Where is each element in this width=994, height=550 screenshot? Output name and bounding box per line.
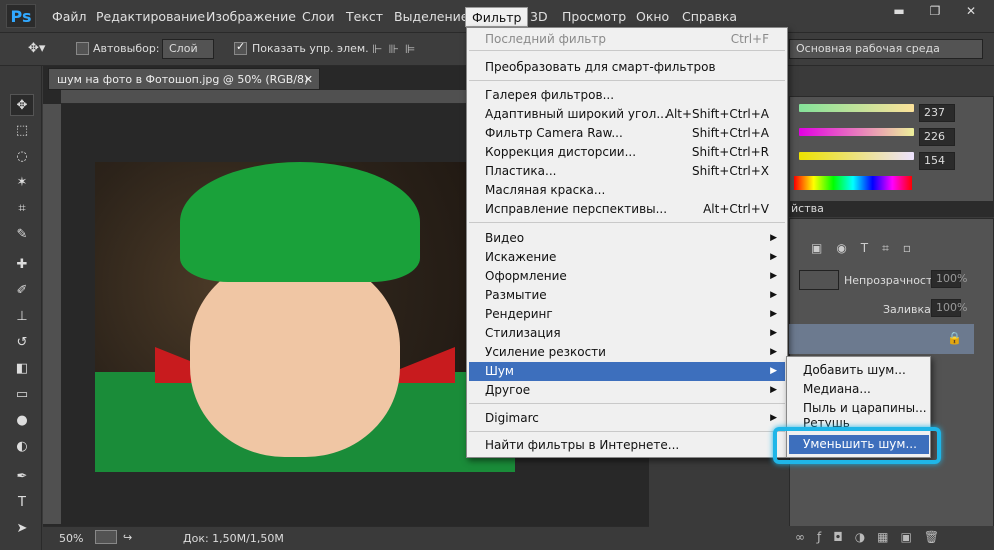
green-slider[interactable] <box>799 128 914 136</box>
blend-mode-dropdown[interactable] <box>799 270 839 290</box>
pen-tool-icon[interactable]: ✒ <box>10 466 34 488</box>
healing-brush-icon[interactable]: ✚ <box>10 254 34 276</box>
menu-text[interactable]: Текст <box>340 7 389 27</box>
autoselect-dropdown[interactable]: Слой <box>162 39 214 59</box>
photoshop-logo: Ps <box>6 4 36 28</box>
browse-filters-online-item[interactable]: Найти фильтры в Интернете... <box>469 436 785 455</box>
red-slider[interactable] <box>799 104 914 112</box>
layers-footer-icons[interactable]: ∞ƒ◘◑▦▣🗑 <box>789 526 994 548</box>
stylize-item[interactable]: Стилизация ▶ <box>469 324 785 343</box>
menu-select[interactable]: Выделение <box>388 7 474 27</box>
distort-item[interactable]: Искажение ▶ <box>469 248 785 267</box>
layer-filter-icons[interactable]: ▣◉T⌗▫ <box>811 241 925 256</box>
dust-scratches-item[interactable]: Пыль и царапины... <box>789 399 929 418</box>
autoselect-checkbox[interactable] <box>76 42 89 55</box>
background-layer-row[interactable]: 🔒 <box>789 324 974 354</box>
opacity-value[interactable]: 100% <box>931 270 967 288</box>
eraser-tool-icon[interactable]: ◧ <box>10 358 34 380</box>
fill-value[interactable]: 100% <box>931 299 967 317</box>
video-item[interactable]: Видео ▶ <box>469 229 785 248</box>
show-controls-label: Показать упр. элем. <box>252 42 369 55</box>
layers-tabbar: йства <box>789 201 994 217</box>
menu-3d[interactable]: 3D <box>524 7 554 27</box>
adaptive-wide-angle-item[interactable]: Адаптивный широкий угол... Alt+Shift+Ctrl… <box>469 105 785 124</box>
menu-image[interactable]: Изображение <box>200 7 302 27</box>
fill-label: Заливка: <box>883 303 935 316</box>
dodge-tool-icon[interactable]: ◐ <box>10 436 34 458</box>
zoom-level[interactable]: 50% <box>59 532 83 545</box>
eyedropper-icon[interactable]: ✎ <box>10 224 34 246</box>
noise-item[interactable]: Шум ▶ <box>469 362 785 381</box>
filter-gallery-item[interactable]: Галерея фильтров... <box>469 86 785 105</box>
menu-layers[interactable]: Слои <box>296 7 341 27</box>
path-select-icon[interactable]: ➤ <box>10 518 34 540</box>
digimarc-item[interactable]: Digimarc ▶ <box>469 409 785 428</box>
gradient-tool-icon[interactable]: ▭ <box>10 384 34 406</box>
oil-paint-item[interactable]: Масляная краска... <box>469 181 785 200</box>
other-item[interactable]: Другое ▶ <box>469 381 785 400</box>
menu-edit[interactable]: Редактирование <box>90 7 211 27</box>
doc-size: Док: 1,50М/1,50М <box>183 532 284 545</box>
history-brush-icon[interactable]: ↺ <box>10 332 34 354</box>
brush-tool-icon[interactable]: ✐ <box>10 280 34 302</box>
preview-icon[interactable] <box>95 530 117 544</box>
status-arrow-icon[interactable]: ↪ <box>123 531 132 544</box>
liquify-item[interactable]: Пластика... Shift+Ctrl+X <box>469 162 785 181</box>
properties-tab[interactable]: йства <box>791 202 824 215</box>
autoselect-label: Автовыбор: <box>93 42 160 55</box>
vanishing-point-item[interactable]: Исправление перспективы... Alt+Ctrl+V <box>469 200 785 219</box>
last-filter-item: Последний фильтр Ctrl+F <box>485 32 769 46</box>
minimize-icon[interactable]: ▬ <box>888 4 910 18</box>
show-controls-checkbox[interactable]: ✓ <box>234 40 247 55</box>
opacity-label: Непрозрачность: <box>844 274 943 287</box>
lasso-tool-icon[interactable]: ◌ <box>10 146 34 168</box>
blur-tool-icon[interactable]: ● <box>10 410 34 432</box>
document-tab[interactable]: шум на фото в Фотошоп.jpg @ 50% (RGB/8) … <box>48 68 320 90</box>
green-value[interactable]: 226 <box>919 128 955 146</box>
color-spectrum[interactable] <box>794 176 912 190</box>
close-tab-icon[interactable]: ✕ <box>304 69 313 91</box>
blur-item[interactable]: Размытие ▶ <box>469 286 785 305</box>
tools-panel: ✥ ⬚ ◌ ✶ ⌗ ✎ ✚ ✐ ⊥ ↺ ◧ ▭ ● ◐ ✒ T ➤ <box>0 66 42 550</box>
workspace-dropdown[interactable]: Основная рабочая среда <box>789 39 983 59</box>
menu-help[interactable]: Справка <box>676 7 743 27</box>
marquee-tool-icon[interactable]: ⬚ <box>10 120 34 142</box>
menu-filter[interactable]: Фильтр <box>465 7 529 27</box>
filter-menu: Последний фильтр Ctrl+F Преобразовать для… <box>466 27 788 458</box>
menu-file[interactable]: Файл <box>46 7 93 27</box>
blue-value[interactable]: 154 <box>919 152 955 170</box>
align-icons[interactable]: ⊩⊪⊫ <box>372 42 421 56</box>
render-item[interactable]: Рендеринг ▶ <box>469 305 785 324</box>
blue-slider[interactable] <box>799 152 914 160</box>
close-icon[interactable]: ✕ <box>960 4 982 18</box>
move-tool-icon[interactable]: ✥ <box>10 94 34 116</box>
status-bar: 50% ↪ Док: 1,50М/1,50М <box>43 526 649 550</box>
magic-wand-icon[interactable]: ✶ <box>10 172 34 194</box>
photo-hat <box>180 162 420 282</box>
menu-view[interactable]: Просмотр <box>556 7 632 27</box>
add-noise-item[interactable]: Добавить шум... <box>789 361 929 380</box>
document-tab-title: шум на фото в Фотошоп.jpg @ 50% (RGB/8) <box>57 73 309 86</box>
type-tool-icon[interactable]: T <box>10 492 34 514</box>
stamp-tool-icon[interactable]: ⊥ <box>10 306 34 328</box>
restore-icon[interactable]: ❐ <box>924 4 946 18</box>
photo-face <box>190 257 400 457</box>
red-value[interactable]: 237 <box>919 104 955 122</box>
move-tool-icon[interactable]: ✥▾ <box>28 41 45 56</box>
baby-photo[interactable] <box>95 162 515 472</box>
sharpen-item[interactable]: Усиление резкости ▶ <box>469 343 785 362</box>
crop-tool-icon[interactable]: ⌗ <box>10 198 34 220</box>
reduce-noise-highlight <box>773 427 941 464</box>
smart-filters-item[interactable]: Преобразовать для смарт-фильтров <box>469 58 785 77</box>
lens-correction-item[interactable]: Коррекция дисторсии... Shift+Ctrl+R <box>469 143 785 162</box>
menu-window[interactable]: Окно <box>630 7 675 27</box>
lock-icon: 🔒 <box>947 331 962 345</box>
vertical-ruler <box>43 104 61 524</box>
median-item[interactable]: Медиана... <box>789 380 929 399</box>
decoration-item[interactable]: Оформление ▶ <box>469 267 785 286</box>
camera-raw-item[interactable]: Фильтр Camera Raw... Shift+Ctrl+A <box>469 124 785 143</box>
